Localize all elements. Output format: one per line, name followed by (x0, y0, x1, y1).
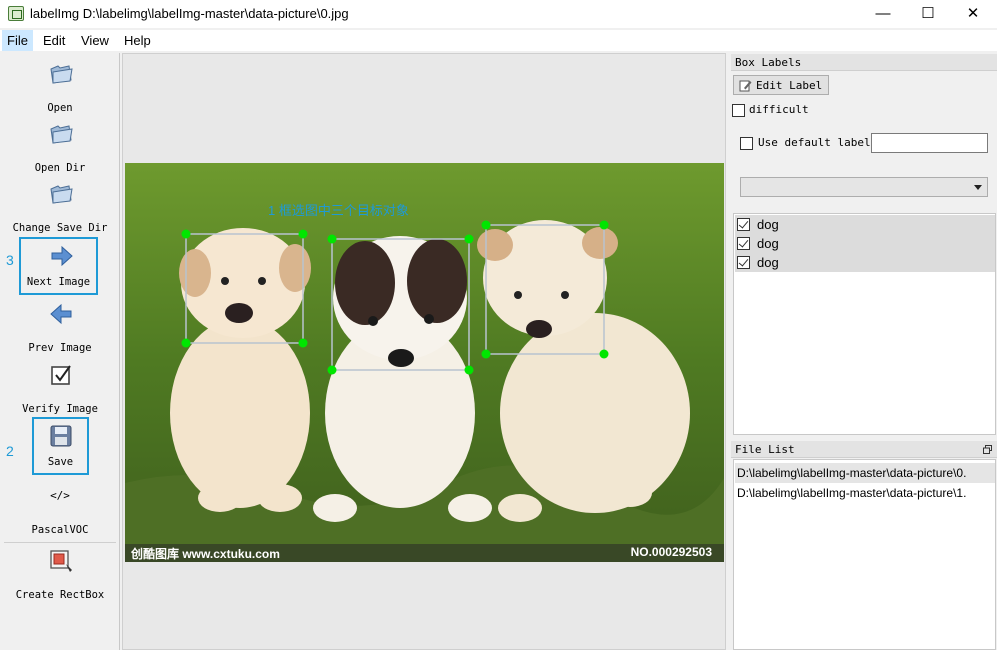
change-save-dir-button[interactable]: Change Save Dir (0, 181, 120, 239)
change-save-dir-label: Change Save Dir (12, 222, 108, 234)
menu-file[interactable]: File (2, 30, 33, 51)
checkbox-icon (51, 365, 71, 385)
rectbox-icon (50, 550, 72, 572)
label-list: dog dog dog (733, 213, 996, 435)
verify-image-button[interactable]: Verify Image (0, 362, 120, 420)
menu-view[interactable]: View (76, 30, 114, 51)
prev-image-button[interactable]: Prev Image (0, 301, 120, 359)
label-checkbox[interactable] (737, 218, 750, 231)
edit-label-text: Edit Label (756, 79, 823, 92)
app-icon (8, 6, 24, 21)
step-marker-3: 3 (6, 252, 14, 268)
format-toggle-button[interactable]: </> PascalVOC (0, 483, 120, 541)
watermark-right: NO.000292503 (630, 545, 712, 559)
step-marker-2: 2 (6, 443, 14, 459)
box-labels-dock-title: Box Labels (731, 54, 997, 71)
file-list-title: File List (735, 443, 795, 456)
watermark-left: 创酷图库 www.cxtuku.com (131, 547, 280, 561)
use-default-label-checkbox[interactable] (740, 137, 753, 150)
difficult-checkbox[interactable] (732, 104, 745, 117)
image-canvas[interactable]: 创酷图库 www.cxtuku.com NO.000292503 (125, 163, 724, 562)
restore-icon[interactable] (983, 445, 992, 454)
menu-help[interactable]: Help (119, 30, 156, 51)
window-title: labelImg D:\labelimg\labelImg-master\dat… (30, 6, 349, 21)
arrow-left-icon (50, 303, 72, 325)
chevron-down-icon (974, 185, 982, 190)
floppy-disk-icon (50, 425, 72, 447)
label-checkbox[interactable] (737, 237, 750, 250)
file-list-dock-title: File List (731, 441, 997, 458)
toolbar-divider (4, 542, 116, 543)
code-icon: </> (50, 489, 70, 502)
title-bar: labelImg D:\labelimg\labelImg-master\dat… (0, 0, 997, 28)
edit-icon (739, 80, 752, 92)
format-label: PascalVOC (31, 524, 89, 536)
difficult-label: difficult (749, 103, 809, 116)
label-list-item[interactable]: dog (735, 234, 995, 253)
save-label: Save (47, 456, 74, 468)
label-text: dog (757, 217, 779, 232)
step-annotation: 1 框选图中三个目标对象 (268, 203, 409, 218)
create-rectbox-label: Create RectBox (15, 589, 105, 601)
close-icon[interactable]: ✕ (963, 4, 983, 24)
open-dir-button[interactable]: Open Dir (0, 121, 120, 179)
label-dropdown[interactable] (740, 177, 988, 197)
label-checkbox[interactable] (737, 256, 750, 269)
maximize-icon[interactable]: ☐ (918, 4, 938, 24)
file-list-item[interactable]: D:\labelimg\labelImg-master\data-picture… (735, 463, 995, 483)
default-label-input[interactable] (871, 133, 988, 153)
label-text: dog (757, 255, 779, 270)
folder-icon (50, 185, 73, 204)
menu-edit[interactable]: Edit (38, 30, 70, 51)
create-rectbox-button[interactable]: Create RectBox (0, 548, 120, 606)
folder-icon (50, 65, 73, 84)
use-default-label-text: Use default label (758, 136, 871, 149)
arrow-right-icon (51, 245, 73, 267)
watermark-bar: 创酷图库 www.cxtuku.com NO.000292503 (125, 544, 724, 562)
file-list-item[interactable]: D:\labelimg\labelImg-master\data-picture… (735, 483, 995, 503)
menu-bar: File Edit View Help (0, 30, 997, 51)
folder-icon (50, 125, 73, 144)
minimize-icon[interactable]: — (873, 4, 893, 24)
label-list-item[interactable]: dog (735, 215, 995, 234)
save-button[interactable]: Save (32, 417, 89, 475)
label-text: dog (757, 236, 779, 251)
open-button[interactable]: Open (0, 61, 120, 119)
left-toolbar: Open Open Dir Change Save Dir 3 Next Ima… (0, 53, 120, 650)
next-image-button[interactable]: Next Image (19, 237, 98, 295)
open-label: Open (47, 102, 73, 114)
label-list-item[interactable]: dog (735, 253, 995, 272)
puppies-image (125, 163, 724, 562)
file-list: D:\labelimg\labelImg-master\data-picture… (733, 459, 996, 650)
open-dir-label: Open Dir (34, 162, 86, 174)
verify-image-label: Verify Image (22, 403, 98, 415)
prev-image-label: Prev Image (28, 342, 92, 354)
edit-label-button[interactable]: Edit Label (733, 75, 829, 95)
next-image-label: Next Image (26, 276, 91, 288)
